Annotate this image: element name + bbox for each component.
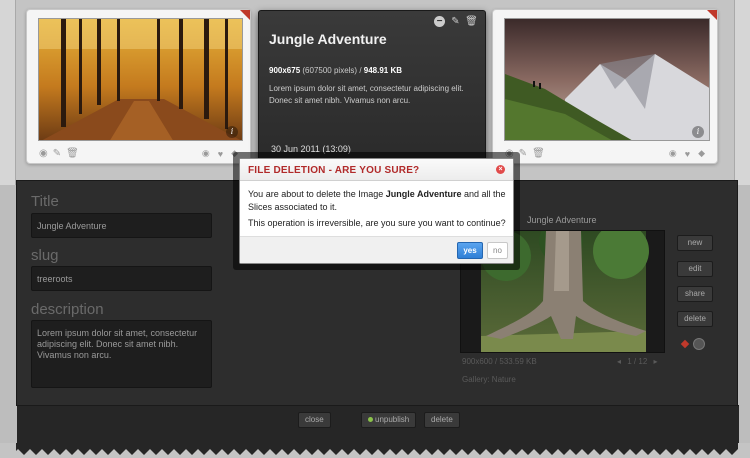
next-icon[interactable]: ▸ [654, 357, 658, 366]
prev-icon[interactable]: ◂ [617, 357, 621, 366]
image-title: Jungle Adventure [269, 31, 387, 47]
views-icon: ◉ [201, 148, 210, 158]
status-dot-icon [368, 417, 373, 423]
dialog-title: FILE DELETION - ARE YOU SURE? [248, 165, 420, 176]
gallery-card-mountains[interactable]: i ◉ ✎ 🗑︎ ◉ ♥ ◆ [492, 9, 718, 164]
delete-confirmation-dialog: FILE DELETION - ARE YOU SURE? × You are … [239, 158, 514, 264]
unpublish-label: unpublish [375, 415, 410, 424]
trash-icon[interactable]: 🗑︎ [532, 148, 545, 159]
slug-field[interactable]: treeroots [31, 266, 212, 291]
edit-icon[interactable]: ✎ [450, 16, 461, 27]
globe-icon[interactable] [693, 338, 705, 350]
eye-icon[interactable]: ◉ [39, 148, 48, 159]
preview-title: Jungle Adventure [527, 215, 597, 225]
dialog-message: You are about to delete the Image Jungle… [248, 188, 510, 230]
dialog-line-1: You are about to delete the Image Jungle… [248, 188, 510, 214]
info-icon[interactable]: i [692, 126, 704, 138]
preview-pager: ◂ 1 / 12 ▸ [617, 357, 658, 366]
no-button[interactable]: no [487, 242, 508, 259]
delete-side-button[interactable]: delete [677, 311, 713, 327]
zigzag-edge [0, 443, 750, 458]
views-icon: ◉ [668, 148, 677, 158]
dialog-header: FILE DELETION - ARE YOU SURE? × [240, 159, 513, 181]
image-filesize: 948.91 KB [363, 66, 403, 75]
description-field[interactable]: Lorem ipsum dolor sit amet, consectetur … [31, 320, 212, 388]
share-button[interactable]: share [677, 286, 713, 302]
dialog-line-1-pre: You are about to delete the Image [248, 189, 384, 199]
gallery-edge-right [734, 0, 750, 185]
thumbnail-mountains[interactable] [504, 18, 710, 141]
title-label: Title [31, 193, 59, 210]
image-dimensions: 900x675 [269, 66, 301, 75]
unpublish-button[interactable]: unpublish [361, 412, 417, 428]
preview-size: 900x600 / 533.59 KB [462, 357, 537, 366]
info-icon[interactable]: i [226, 126, 238, 138]
trash-icon[interactable]: 🗑︎ [465, 16, 478, 27]
thumbnail-autumn-forest[interactable] [38, 18, 243, 141]
image-description: Lorem ipsum dolor sit amet, consectetur … [269, 84, 464, 105]
focused-image-card[interactable]: − ✎ 🗑︎ Jungle Adventure 900x675 (607500 … [258, 10, 486, 170]
edit-button[interactable]: edit [677, 261, 713, 277]
likes-icon: ♥ [684, 148, 691, 159]
dialog-footer: yes no [240, 236, 513, 263]
gallery-edge-left [0, 0, 16, 185]
image-pixels: (607500 pixels) / [302, 66, 362, 75]
pager-text: 1 / 12 [627, 357, 648, 366]
edit-icon[interactable]: ✎ [53, 148, 61, 159]
delete-button[interactable]: delete [424, 412, 460, 428]
close-button[interactable]: close [298, 412, 331, 428]
slug-label: slug [31, 247, 59, 264]
card-stats: ◉ ♥ ◆ [669, 148, 705, 159]
new-button[interactable]: new [677, 235, 713, 251]
image-size: 900x675 (607500 pixels) / 948.91 KB [269, 66, 402, 75]
dialog-image-name: Jungle Adventure [385, 189, 462, 199]
likes-icon: ♥ [217, 148, 224, 159]
gallery-label: Gallery: Nature [462, 375, 516, 384]
card-actions: − ✎ 🗑︎ [434, 16, 478, 27]
card-tools: ◉ ✎ 🗑︎ [39, 148, 79, 159]
yes-button[interactable]: yes [457, 242, 483, 259]
title-field[interactable]: Jungle Adventure [31, 213, 212, 238]
trash-icon[interactable]: 🗑︎ [66, 148, 79, 159]
gallery-card-autumn[interactable]: i ◉ ✎ 🗑︎ ◉ ♥ ◆ [26, 9, 251, 164]
tags-icon: ◆ [698, 148, 705, 158]
remove-icon[interactable]: − [434, 16, 445, 27]
dialog-line-2: This operation is irreversible, are you … [248, 218, 506, 228]
description-label: description [31, 301, 104, 318]
close-icon[interactable]: × [496, 165, 505, 174]
